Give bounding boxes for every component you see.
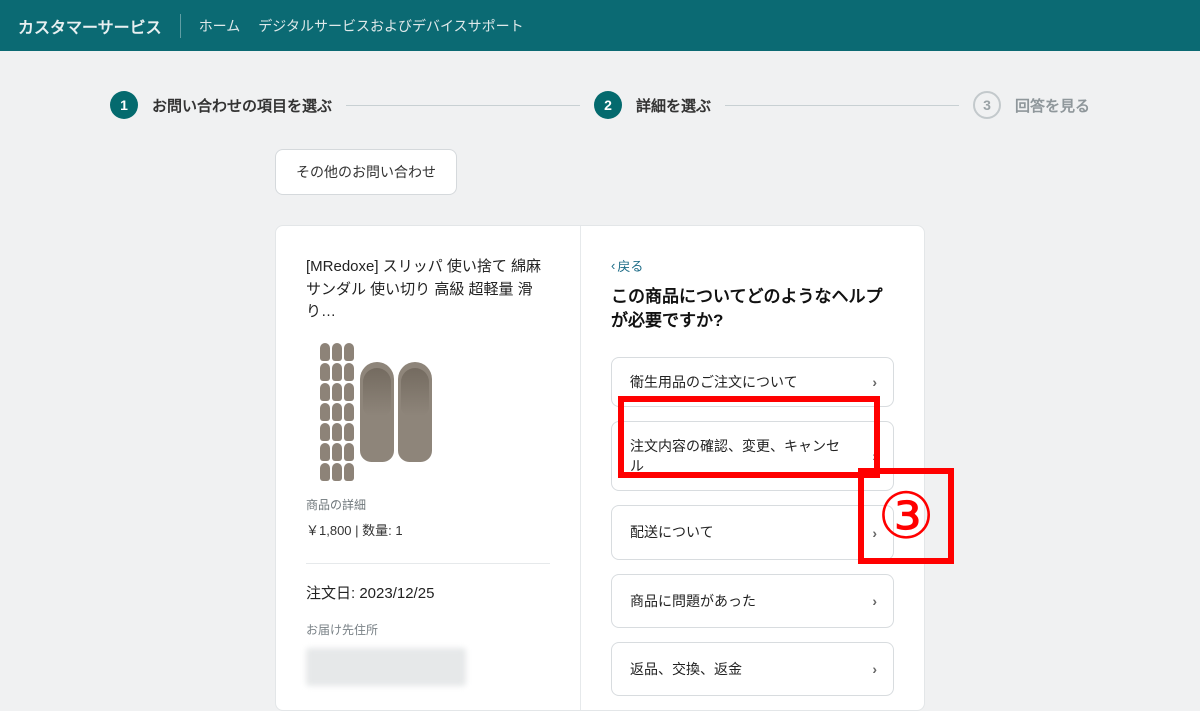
- option-label: 配送について: [630, 524, 714, 540]
- option-order-change-cancel[interactable]: 注文内容の確認、変更、キャンセル ›: [611, 421, 894, 492]
- qty-label: 数量:: [362, 523, 395, 538]
- step-1: 1 お問い合わせの項目を選ぶ: [110, 91, 332, 119]
- option-label: 衛生用品のご注文について: [630, 374, 798, 390]
- qty-value: 1: [395, 523, 402, 538]
- option-return-exchange-refund[interactable]: 返品、交換、返金 ›: [611, 642, 894, 696]
- service-title: カスタマーサービス: [18, 14, 181, 38]
- product-price: ￥1,800: [306, 523, 352, 538]
- main-panel: [MRedoxe] スリッパ 使い捨て 綿麻 サンダル 使い切り 高級 超軽量 …: [275, 225, 925, 711]
- step-3: 3 回答を見る: [973, 91, 1090, 119]
- step-1-badge: 1: [110, 91, 138, 119]
- step-line: [346, 105, 580, 106]
- nav-digital-support[interactable]: デジタルサービスおよびデバイスサポート: [258, 16, 523, 36]
- step-3-badge: 3: [973, 91, 1001, 119]
- chevron-right-icon: ›: [872, 591, 877, 611]
- help-question: この商品についてどのようなヘルプが必要ですか?: [611, 285, 894, 333]
- shipping-address-label: お届け先住所: [306, 621, 550, 638]
- divider: [306, 563, 550, 564]
- step-3-label: 回答を見る: [1015, 95, 1090, 116]
- step-line: [725, 105, 959, 106]
- product-details-label: 商品の詳細: [306, 498, 366, 512]
- option-shipping[interactable]: 配送について ›: [611, 505, 894, 559]
- slipper-pair-illustration: [360, 362, 432, 462]
- option-product-problem[interactable]: 商品に問題があった ›: [611, 574, 894, 628]
- product-column: [MRedoxe] スリッパ 使い捨て 綿麻 サンダル 使い切り 高級 超軽量 …: [276, 226, 581, 710]
- back-label: 戻る: [617, 256, 643, 275]
- chevron-right-icon: ›: [872, 659, 877, 679]
- step-2-label: 詳細を選ぶ: [636, 95, 711, 116]
- help-column: ‹ 戻る この商品についてどのようなヘルプが必要ですか? 衛生用品のご注文につい…: [581, 226, 924, 710]
- step-1-label: お問い合わせの項目を選ぶ: [152, 95, 332, 116]
- chevron-right-icon: ›: [872, 446, 877, 466]
- step-2-badge: 2: [594, 91, 622, 119]
- product-meta: 商品の詳細 ￥1,800 | 数量: 1: [306, 496, 550, 539]
- option-label: 返品、交換、返金: [630, 661, 742, 677]
- slipper-grid-illustration: [320, 343, 354, 481]
- option-hygiene[interactable]: 衛生用品のご注文について ›: [611, 357, 894, 407]
- progress-steps: 1 お問い合わせの項目を選ぶ 2 詳細を選ぶ 3 回答を見る: [0, 51, 1200, 149]
- page: カスタマーサービス ホーム デジタルサービスおよびデバイスサポート 1 お問い合…: [0, 0, 1200, 653]
- chevron-left-icon: ‹: [611, 258, 615, 273]
- option-label: 商品に問題があった: [630, 593, 756, 609]
- chevron-right-icon: ›: [872, 372, 877, 392]
- product-title: [MRedoxe] スリッパ 使い捨て 綿麻 サンダル 使い切り 高級 超軽量 …: [306, 256, 550, 324]
- topbar: カスタマーサービス ホーム デジタルサービスおよびデバイスサポート: [0, 0, 1200, 51]
- price-line: ￥1,800 | 数量: 1: [306, 520, 550, 539]
- order-date: 注文日: 2023/12/25: [306, 582, 550, 603]
- back-link[interactable]: ‹ 戻る: [611, 256, 643, 275]
- shipping-address-blurred: [306, 648, 466, 686]
- option-label: 注文内容の確認、変更、キャンセル: [630, 438, 840, 474]
- content: その他のお問い合わせ [MRedoxe] スリッパ 使い捨て 綿麻 サンダル 使…: [0, 149, 1200, 711]
- sep: |: [352, 523, 363, 538]
- other-inquiry-button[interactable]: その他のお問い合わせ: [275, 149, 457, 195]
- nav-home[interactable]: ホーム: [199, 16, 241, 36]
- step-2: 2 詳細を選ぶ: [594, 91, 711, 119]
- chevron-right-icon: ›: [872, 522, 877, 542]
- product-image: [306, 342, 446, 482]
